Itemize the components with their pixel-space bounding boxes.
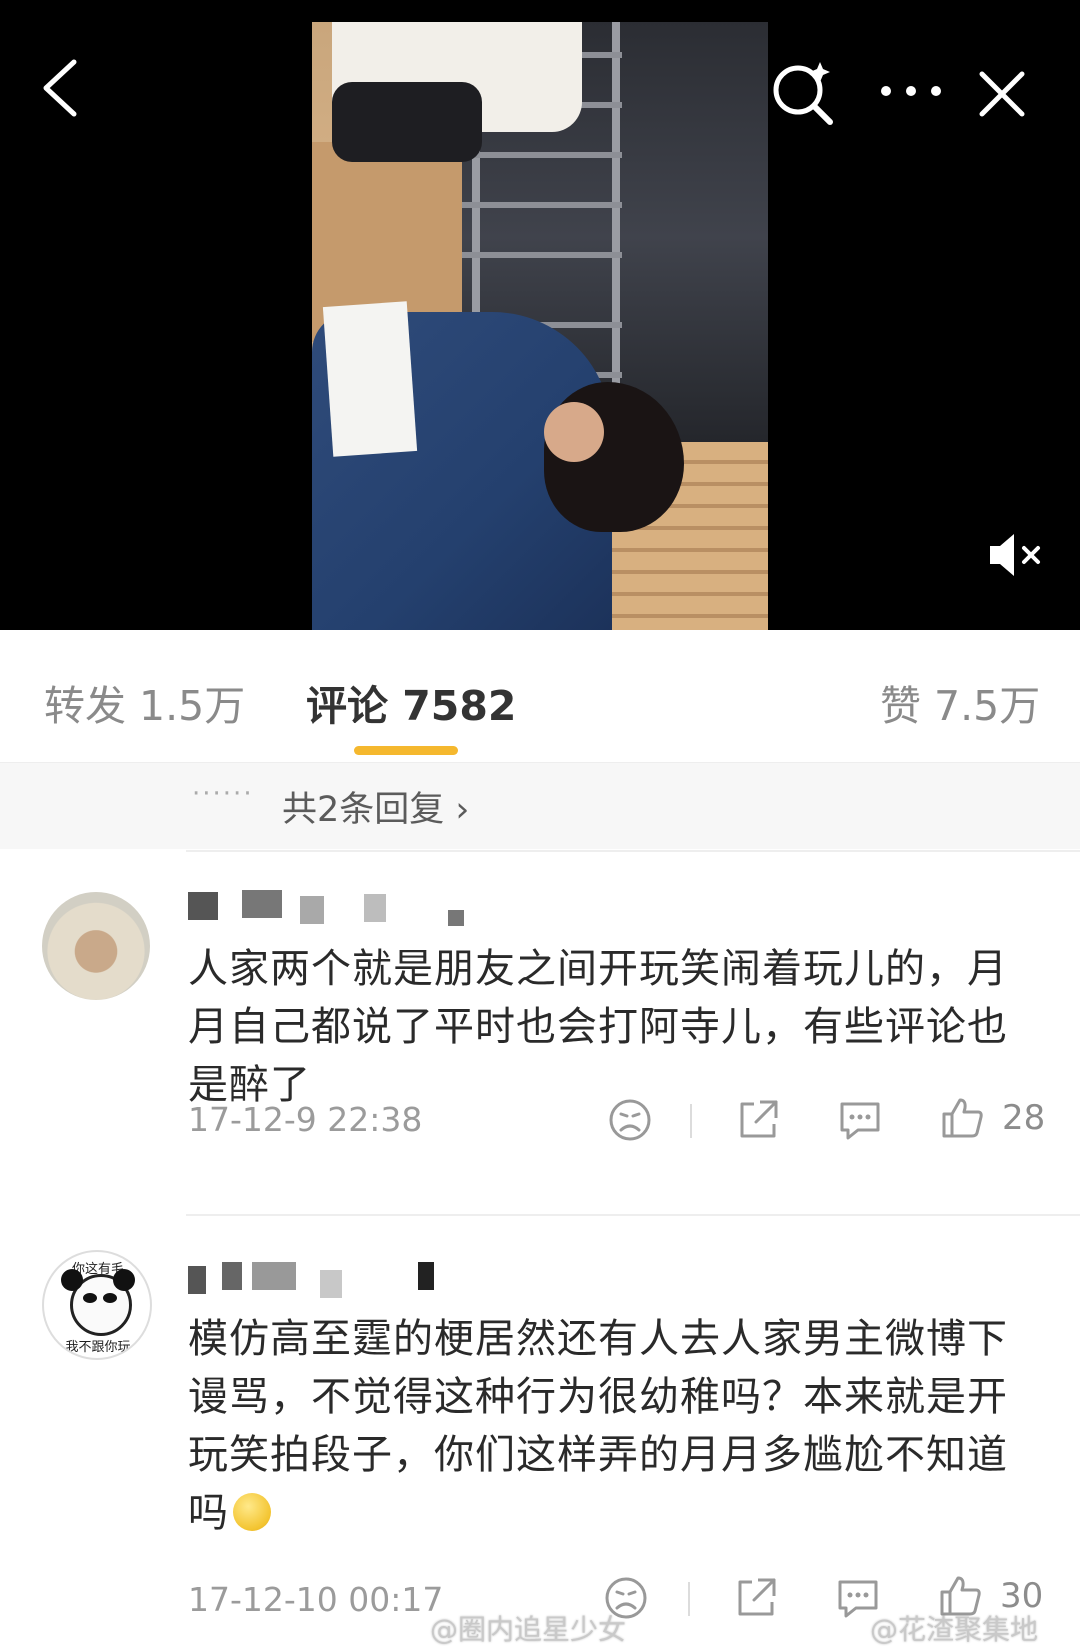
share-icon[interactable] xyxy=(732,1574,780,1622)
active-tab-indicator xyxy=(354,746,458,755)
reply-expander[interactable]: ······ 共2条回复 › xyxy=(0,763,1080,849)
smiley-emoji-icon xyxy=(233,1493,271,1531)
speaker-muted-icon[interactable] xyxy=(986,530,1046,580)
tab-repost[interactable]: 转发 1.5万 xyxy=(44,672,245,732)
thumbs-up-icon[interactable] xyxy=(938,1094,986,1142)
video-railing xyxy=(462,202,622,208)
dislike-face-icon[interactable] xyxy=(606,1096,654,1144)
close-icon[interactable] xyxy=(978,70,1026,118)
comment-timestamp: 17-12-10 00:17 xyxy=(188,1580,444,1619)
comment-text-body: 模仿高至霆的梗居然还有人去人家男主微博下谩骂，不觉得这种行为很幼稚吗？本来就是开… xyxy=(188,1316,1008,1536)
avatar[interactable]: 你这有毛 我不跟你玩 xyxy=(42,1250,152,1360)
watermark: @圈内追星少女 xyxy=(430,1613,627,1646)
comment-item: 你这有毛 我不跟你玩 模仿高至霆的梗居然还有人去人家男主微博下谩骂，不觉得这种行… xyxy=(0,1232,1080,1652)
action-separator xyxy=(688,1582,690,1616)
view-replies-link[interactable]: 共2条回复 › xyxy=(282,781,469,832)
watermark: @花渣聚集地 xyxy=(870,1613,1039,1646)
video-person-face xyxy=(544,402,604,462)
video-player[interactable] xyxy=(0,0,1080,630)
comment-item: 人家两个就是朋友之间开玩笑闹着玩儿的，月月自己都说了平时也会打阿寺儿，有些评论也… xyxy=(0,872,1080,1202)
video-railing xyxy=(612,22,620,422)
avatar-caption: 我不跟你玩 xyxy=(65,1340,131,1355)
tab-comments[interactable]: 评论 7582 xyxy=(306,672,516,732)
action-separator xyxy=(690,1104,692,1138)
video-frame[interactable] xyxy=(312,22,768,630)
video-person-standing-legs xyxy=(332,82,482,162)
video-paper xyxy=(322,301,418,457)
tab-likes[interactable]: 赞 7.5万 xyxy=(880,672,1040,732)
username-redacted[interactable] xyxy=(188,890,468,926)
video-railing xyxy=(462,152,622,158)
reply-comment-icon[interactable] xyxy=(836,1096,884,1144)
divider xyxy=(186,1214,1080,1216)
more-dots-icon[interactable] xyxy=(878,76,944,106)
comment-text: 人家两个就是朋友之间开玩笑闹着玩儿的，月月自己都说了平时也会打阿寺儿，有些评论也… xyxy=(188,946,1008,1108)
share-icon[interactable] xyxy=(734,1096,782,1144)
reply-dots: ······ xyxy=(192,779,254,809)
divider xyxy=(186,850,1080,852)
panda-meme-image xyxy=(61,1269,135,1336)
avatar[interactable] xyxy=(42,892,150,1000)
tab-bar: 转发 1.5万 评论 7582 赞 7.5万 xyxy=(0,630,1080,763)
video-railing xyxy=(462,252,622,258)
search-icon[interactable] xyxy=(770,60,836,126)
chevron-left-icon[interactable] xyxy=(40,58,80,118)
username-redacted[interactable] xyxy=(188,1262,448,1298)
like-count: 28 xyxy=(1002,1098,1046,1138)
comment-timestamp: 17-12-9 22:38 xyxy=(188,1100,423,1139)
comment-text: 模仿高至霆的梗居然还有人去人家男主微博下谩骂，不觉得这种行为很幼稚吗？本来就是开… xyxy=(188,1310,1048,1542)
